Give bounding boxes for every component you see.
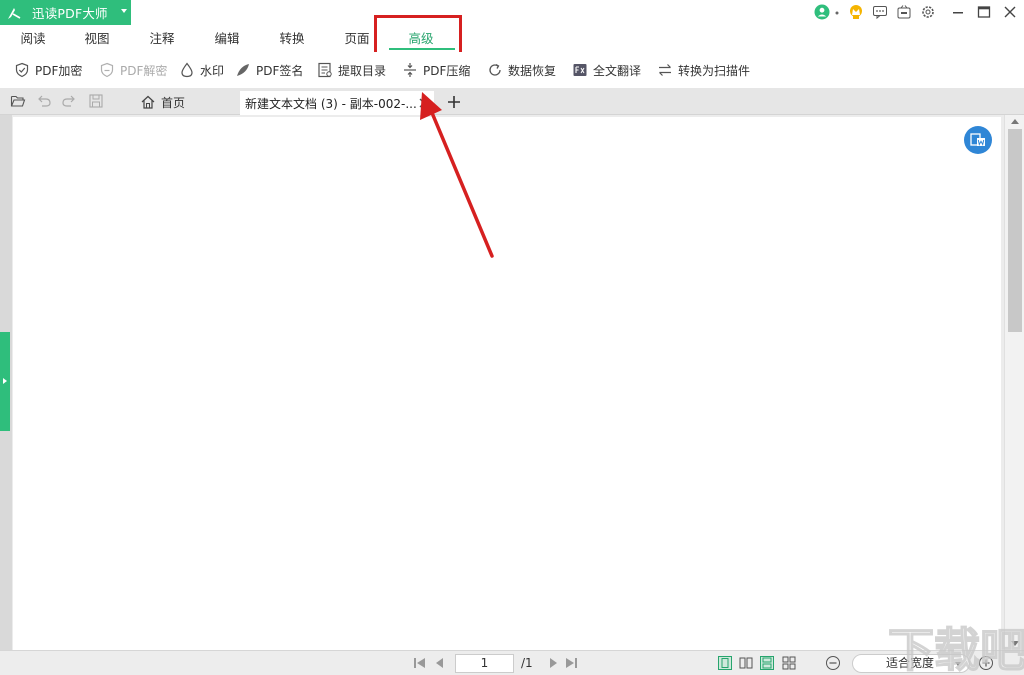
title-bar: 迅读PDF大师 阅读 视图 注释 编辑 转换 页面 高级	[0, 0, 1024, 52]
current-page-input[interactable]: 1	[455, 654, 514, 673]
pdf-to-word-float-button[interactable]	[964, 126, 992, 154]
pdf-to-word-icon	[970, 133, 985, 146]
pdf-compress-label: PDF压缩	[423, 63, 471, 78]
compress-icon	[402, 62, 418, 78]
total-pages: /1	[521, 656, 533, 670]
message-icon[interactable]	[872, 4, 888, 20]
full-translate-label: 全文翻译	[593, 63, 642, 78]
minimize-icon[interactable]	[950, 4, 966, 20]
pdf-decrypt-button[interactable]: PDF解密	[99, 61, 167, 79]
previous-page-icon[interactable]	[433, 657, 447, 669]
document-list-icon	[317, 62, 333, 78]
scroll-thumb[interactable]	[1008, 129, 1022, 332]
vip-crown-icon[interactable]	[848, 4, 864, 20]
save-icon[interactable]	[88, 93, 104, 109]
swap-arrows-icon	[657, 62, 673, 78]
app-name: 迅读PDF大师	[32, 6, 108, 21]
watermark-label: 水印	[200, 63, 225, 78]
watermark-button[interactable]: 水印	[179, 61, 224, 79]
home-icon	[140, 94, 156, 110]
app-menu-button[interactable]: 迅读PDF大师	[0, 0, 131, 25]
document-viewer	[0, 115, 1024, 650]
open-folder-icon[interactable]	[10, 93, 26, 109]
user-avatar-icon[interactable]	[814, 4, 830, 20]
tab-convert[interactable]: 转换	[277, 28, 307, 50]
document-tab-strip: 首页 新建文本文档 (3) - 副本-002-...	[0, 88, 1024, 115]
document-tab-label: 新建文本文档 (3) - 副本-002-...	[245, 96, 417, 111]
full-translate-button[interactable]: 全文翻译	[572, 61, 641, 79]
active-document-tab[interactable]: 新建文本文档 (3) - 副本-002-...	[240, 91, 434, 115]
convert-to-scan-label: 转换为扫描件	[678, 63, 751, 78]
tab-read[interactable]: 阅读	[18, 28, 48, 50]
single-page-view-icon[interactable]	[718, 656, 732, 670]
chevron-down-icon[interactable]	[121, 9, 127, 13]
svg-text:下载吧: 下载吧	[888, 623, 1024, 675]
tab-view[interactable]: 视图	[82, 28, 112, 50]
sidebar-toggle-handle[interactable]	[0, 332, 10, 431]
skin-icon[interactable]	[896, 4, 912, 20]
app-logo-icon	[8, 7, 21, 19]
undo-icon[interactable]	[36, 93, 52, 109]
shield-icon	[99, 62, 115, 78]
maximize-icon[interactable]	[976, 4, 992, 20]
pdf-sign-label: PDF签名	[256, 63, 304, 78]
gear-icon[interactable]	[920, 4, 936, 20]
tab-annotate[interactable]: 注释	[147, 28, 177, 50]
next-page-icon[interactable]	[546, 657, 560, 669]
dot-icon	[834, 4, 840, 20]
pdf-sign-button[interactable]: PDF签名	[235, 61, 303, 79]
status-bar: 1 /1 适合宽度	[0, 650, 1024, 675]
home-tab-label: 首页	[161, 95, 186, 110]
highlight-box	[374, 15, 462, 56]
annotation-arrow	[420, 92, 494, 258]
advanced-toolbar: PDF加密 PDF解密 水印 PDF签名 提取目录 PDF压缩 数据恢复 全文翻…	[0, 52, 1024, 88]
first-page-icon[interactable]	[413, 657, 427, 669]
window-controls	[806, 4, 1024, 20]
extract-toc-label: 提取目录	[338, 63, 387, 78]
close-icon[interactable]	[1002, 4, 1018, 20]
zoom-out-icon[interactable]	[825, 655, 841, 671]
pdf-encrypt-button[interactable]: PDF加密	[14, 61, 82, 79]
tab-edit[interactable]: 编辑	[212, 28, 242, 50]
site-watermark-logo: 下载吧	[887, 622, 1024, 675]
shield-check-icon	[14, 62, 30, 78]
refresh-icon	[487, 62, 503, 78]
tab-page[interactable]: 页面	[342, 28, 372, 50]
droplet-icon	[179, 62, 195, 78]
convert-to-scan-button[interactable]: 转换为扫描件	[657, 61, 750, 79]
extract-toc-button[interactable]: 提取目录	[317, 61, 386, 79]
scroll-up-icon[interactable]	[1011, 119, 1019, 124]
two-page-view-icon[interactable]	[739, 656, 753, 670]
home-tab[interactable]: 首页	[140, 93, 185, 111]
vertical-scrollbar[interactable]	[1004, 115, 1024, 650]
pdf-encrypt-label: PDF加密	[35, 63, 83, 78]
continuous-view-icon[interactable]	[760, 656, 774, 670]
data-recovery-button[interactable]: 数据恢复	[487, 61, 556, 79]
feather-icon	[235, 62, 251, 78]
pdf-decrypt-label: PDF解密	[120, 63, 168, 78]
translate-icon	[572, 62, 588, 78]
last-page-icon[interactable]	[564, 657, 578, 669]
redo-icon[interactable]	[61, 93, 77, 109]
pdf-compress-button[interactable]: PDF压缩	[402, 61, 470, 79]
two-page-continuous-icon[interactable]	[782, 656, 796, 670]
data-recovery-label: 数据恢复	[508, 63, 557, 78]
